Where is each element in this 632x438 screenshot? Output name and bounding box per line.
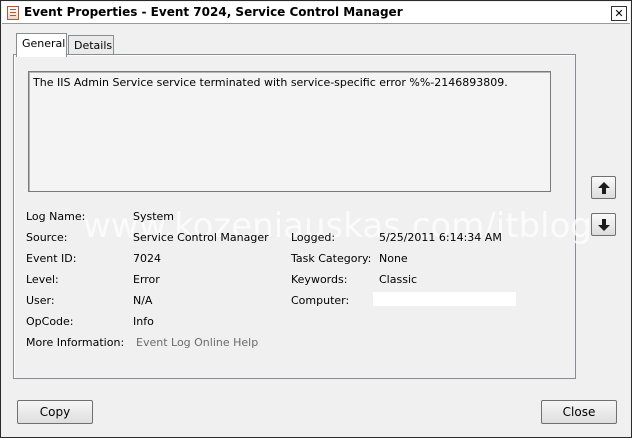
- logged-value: 5/25/2011 6:14:34 AM: [379, 231, 502, 244]
- user-label: User:: [26, 294, 55, 307]
- previous-event-button[interactable]: [591, 176, 616, 199]
- arrow-up-icon: [598, 182, 610, 194]
- event-id-value: 7024: [133, 252, 161, 265]
- event-id-label: Event ID:: [26, 252, 77, 265]
- event-description-box[interactable]: The IIS Admin Service service terminated…: [28, 71, 551, 192]
- log-name-value: System: [133, 210, 175, 223]
- task-category-value: None: [379, 252, 408, 265]
- event-viewer-icon: [7, 6, 19, 20]
- level-label: Level:: [26, 273, 59, 286]
- title-bar[interactable]: Event Properties - Event 7024, Service C…: [2, 2, 630, 24]
- computer-value-redacted: [373, 292, 516, 306]
- close-button[interactable]: Close: [541, 400, 617, 424]
- keywords-label: Keywords:: [291, 273, 348, 286]
- arrow-down-icon: [598, 219, 610, 231]
- next-event-button[interactable]: [591, 213, 616, 236]
- task-category-label: Task Category:: [291, 252, 372, 265]
- tab-details-label: Details: [74, 39, 113, 52]
- level-value: Error: [133, 273, 160, 286]
- source-label: Source:: [26, 231, 68, 244]
- keywords-value: Classic: [379, 273, 418, 286]
- event-log-online-help-link[interactable]: Event Log Online Help: [136, 336, 258, 349]
- event-properties-window: Event Properties - Event 7024, Service C…: [0, 0, 632, 438]
- source-value: Service Control Manager: [133, 231, 269, 244]
- event-description-text: The IIS Admin Service service terminated…: [33, 76, 508, 89]
- more-information-label: More Information:: [26, 336, 125, 349]
- log-name-label: Log Name:: [26, 210, 86, 223]
- tab-details[interactable]: Details: [68, 35, 114, 56]
- user-value: N/A: [133, 294, 153, 307]
- opcode-value: Info: [133, 315, 154, 328]
- window-title: Event Properties - Event 7024, Service C…: [24, 5, 403, 19]
- tab-general-label: General: [22, 37, 66, 50]
- close-window-button[interactable]: ✕: [611, 6, 627, 21]
- opcode-label: OpCode:: [26, 315, 74, 328]
- copy-button[interactable]: Copy: [17, 400, 93, 424]
- logged-label: Logged:: [291, 231, 336, 244]
- tab-general[interactable]: General: [16, 33, 67, 57]
- computer-label: Computer:: [291, 294, 350, 307]
